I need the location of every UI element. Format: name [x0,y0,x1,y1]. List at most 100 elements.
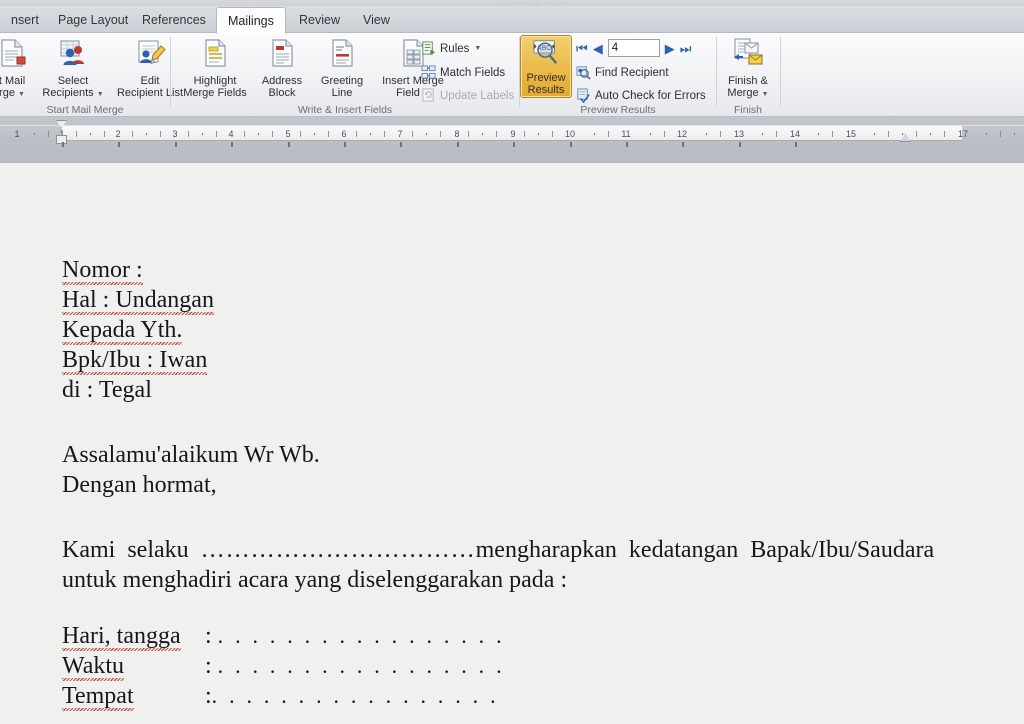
rules-button[interactable]: Rules ▼ [421,39,481,58]
document-line: Nomor : [62,257,143,283]
select-recipients-button[interactable]: Select Recipients ▼ [36,35,110,102]
find-recipient-label: Find Recipient [595,66,669,79]
ruler-tab-stop[interactable] [570,142,572,147]
ruler-minor-mark [832,131,833,137]
document-paragraph-line1: Kami selaku ……………………………mengharapkan keda… [62,537,935,563]
ruler-tab-stop[interactable] [231,142,233,147]
document-line: di : Tegal [62,377,152,403]
horizontal-ruler[interactable]: 1 1 2 3 4 5 6 7 8 9 10 11 12 13 14 15 17 [0,125,1024,142]
detail-row-value: : . . . . . . . . . . . . . . . . . [205,653,505,679]
ruler-tab-stop[interactable] [513,142,515,147]
ruler-tab-stop[interactable] [400,142,402,147]
ruler-minor-mark [244,131,245,137]
ruler-minor-mark [300,131,301,137]
finish-and-merge-button[interactable]: Finish & Merge ▼ [717,35,779,102]
ruler-minor-mark [258,133,259,135]
chevron-down-icon: ▼ [96,91,104,98]
finish-and-merge-label-line2: Merge ▼ [727,87,769,99]
ruler-minor-mark [34,133,35,135]
greeting-line-icon [326,37,358,73]
ruler-minor-mark [874,133,875,135]
ruler-tab-stop[interactable] [795,142,797,147]
ruler-tab-stop[interactable] [288,142,290,147]
ruler-minor-mark [90,133,91,135]
mail-merge-icon [0,37,28,73]
chevron-down-icon: ▼ [18,91,25,98]
preview-results-label-line1: Preview [526,71,566,84]
first-record-icon[interactable]: ⏮ [576,42,588,55]
rules-icon [421,41,436,56]
ruler-tab-stop[interactable] [739,142,741,147]
address-block-label-line2: Block [268,87,296,99]
ruler-minor-mark [902,133,903,135]
tab-references[interactable]: References [131,8,217,33]
finish-and-merge-label-line1: Finish & [728,74,768,87]
chevron-down-icon: ▼ [474,45,482,52]
ruler-minor-mark [426,133,427,135]
record-number-input[interactable] [607,39,660,57]
ruler-minor-mark [888,131,889,137]
greeting-line-button[interactable]: Greeting Line [311,35,373,100]
ruler-tab-stop[interactable] [175,142,177,147]
auto-check-for-errors-label: Auto Check for Errors [595,89,706,102]
ruler-tab-stop[interactable] [62,142,64,147]
detail-row: Tempat [62,683,134,709]
tab-page-layout[interactable]: Page Layout [47,8,139,33]
select-recipients-label-line1: Select [57,74,89,87]
next-record-icon[interactable]: ▶ [665,42,675,55]
detail-row: Waktu [62,653,125,679]
start-mail-merge-label-line2: rge ▼ [0,87,25,99]
ruler-minor-mark [818,133,819,135]
ruler-tab-stop[interactable] [344,142,346,147]
ruler-tab-stop[interactable] [118,142,120,147]
ruler-minor-mark [160,131,161,137]
match-fields-icon [421,65,436,80]
ruler-tab-stop[interactable] [457,142,459,147]
match-fields-button[interactable]: Match Fields [421,63,505,82]
edit-recipient-list-label-line1: Edit [140,74,160,87]
ruler-tick: 13 [733,129,745,139]
ruler-left-margin [0,126,62,142]
greeting-line-label-line1: Greeting [320,74,364,87]
address-block-icon [266,37,298,73]
ruler-minor-mark [916,131,917,137]
highlight-merge-fields-icon [199,37,231,73]
ruler-minor-mark [944,131,945,137]
group-start-mail-merge: t Mail rge ▼ Select Recipients ▼ Edit Re… [0,33,183,117]
find-recipient-icon [576,65,591,80]
tab-review[interactable]: Review [288,8,351,33]
rules-label: Rules [440,42,470,55]
ruler-tab-stop[interactable] [626,142,628,147]
tab-insert[interactable]: nsert [0,8,50,33]
previous-record-icon[interactable]: ◀ [593,42,603,55]
find-recipient-button[interactable]: Find Recipient [576,63,669,82]
ruler-minor-mark [608,131,609,137]
highlight-merge-fields-button[interactable]: Highlight Merge Fields [176,35,254,100]
start-mail-merge-button[interactable]: t Mail rge ▼ [0,35,40,102]
document-line: Hal : Undangan [62,287,214,313]
ruler-minor-mark [762,133,763,135]
ruler-minor-mark [146,133,147,135]
ruler-minor-mark [482,133,483,135]
ruler-tab-stop[interactable] [682,142,684,147]
tab-mailings[interactable]: Mailings [216,7,286,34]
ruler-minor-mark [356,131,357,137]
preview-results-button[interactable]: ABC Preview Results [520,35,572,98]
group-label-start-mail-merge: Start Mail Merge [46,104,124,116]
highlight-merge-fields-label-line1: Highlight [193,74,237,87]
ruler-minor-mark [370,133,371,135]
ruler-tick: 3 [172,129,178,139]
document-page[interactable]: Nomor : Hal : Undangan Kepada Yth. Bpk/I… [0,163,1024,724]
ruler-tick: 4 [228,129,234,139]
group-write-insert-fields: Highlight Merge Fields Address Block Gre… [171,33,519,117]
ribbon: t Mail rge ▼ Select Recipients ▼ Edit Re… [0,33,1024,117]
address-block-button[interactable]: Address Block [251,35,313,100]
detail-row-value: :. . . . . . . . . . . . . . . . . [205,683,499,709]
tab-view[interactable]: View [352,8,401,33]
ruler-minor-mark [552,131,553,137]
last-record-icon[interactable]: ⏭ [680,42,692,55]
auto-check-for-errors-button[interactable]: Auto Check for Errors [576,86,706,105]
update-labels-icon [421,88,436,103]
ruler-minor-mark [1014,133,1015,135]
preview-results-abc-icon: ABC [531,38,561,70]
